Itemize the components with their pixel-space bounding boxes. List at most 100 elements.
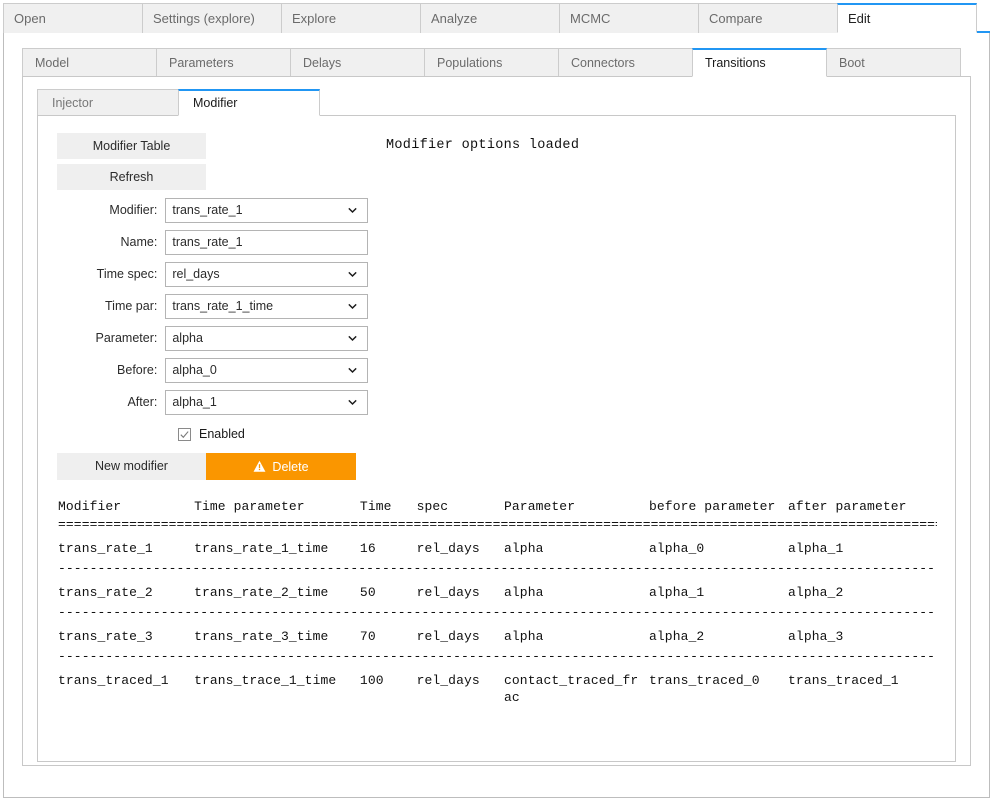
cell-parameter: alpha — [503, 585, 544, 600]
table-header-separator: ========================================… — [58, 517, 937, 532]
chevron-down-icon — [348, 367, 357, 374]
modifier-label: Modifier: — [109, 203, 158, 217]
top-tab-label: Analyze — [431, 11, 478, 26]
cell-time: 70 — [359, 629, 376, 644]
cell-before-parameter: alpha_0 — [648, 541, 705, 556]
sub-tab-connectors[interactable]: Connectors — [558, 48, 693, 77]
cell-time: 50 — [359, 585, 376, 600]
top-tab-label: Explore — [292, 11, 337, 26]
checkmark-icon — [180, 430, 189, 438]
top-tab-open[interactable]: Open — [3, 3, 143, 33]
cell-modifier: trans_rate_1 — [58, 541, 153, 556]
table-row-separator: ----------------------------------------… — [58, 561, 937, 576]
top-tab-mcmc[interactable]: MCMC — [559, 3, 699, 33]
table-row: trans_rate_3 trans_rate_3_time 70 rel_da… — [58, 621, 937, 649]
table-row: trans_rate_2 trans_rate_2_time 50 rel_da… — [58, 577, 937, 605]
table-row: trans_traced_1 trans_trace_1_time 100 re… — [58, 665, 937, 710]
name-input[interactable]: trans_rate_1 — [165, 229, 368, 255]
sub-tab-model[interactable]: Model — [22, 48, 157, 77]
sub-tab-label: Boot — [839, 56, 865, 70]
time-spec-select[interactable]: rel_days — [165, 261, 368, 287]
sub-tab-bar: Model Parameters Delays Populations Conn… — [22, 48, 971, 77]
top-tab-label: Edit — [848, 11, 871, 26]
subsub-tab-injector[interactable]: Injector — [37, 89, 179, 116]
sub-tab-label: Connectors — [571, 56, 635, 70]
field-row-name: Name: trans_rate_1 — [38, 229, 368, 255]
parameter-select[interactable]: alpha — [165, 325, 368, 351]
column-header-time: Time — [359, 499, 392, 514]
top-tab-label: Settings (explore) — [153, 11, 255, 26]
sub-tab-transitions[interactable]: Transitions — [692, 48, 827, 77]
cell-before-parameter: trans_traced_0 — [648, 673, 760, 688]
modifier-select[interactable]: trans_rate_1 — [165, 197, 368, 223]
cell-parameter: alpha — [503, 629, 544, 644]
chevron-down-icon — [348, 271, 357, 278]
chevron-down-icon — [348, 207, 357, 214]
time-spec-select-value: rel_days — [172, 267, 220, 281]
after-select[interactable]: alpha_1 — [165, 389, 368, 415]
sub-tab-label: Transitions — [705, 56, 766, 70]
status-message: Modifier options loaded — [386, 138, 580, 153]
cell-before-parameter: alpha_1 — [648, 585, 705, 600]
table-row-separator: ----------------------------------------… — [58, 605, 937, 620]
edit-tab-panel: Model Parameters Delays Populations Conn… — [3, 33, 990, 798]
sub-tab-label: Delays — [303, 56, 342, 70]
cell-after-parameter: alpha_3 — [788, 629, 844, 644]
top-tab-edit[interactable]: Edit — [837, 3, 977, 33]
refresh-button[interactable]: Refresh — [57, 164, 206, 190]
column-header-time-parameter: Time parameter — [194, 499, 305, 514]
cell-time-parameter: trans_rate_3_time — [194, 629, 329, 644]
cell-after-parameter: alpha_1 — [788, 541, 844, 556]
table-row-separator: ----------------------------------------… — [58, 649, 937, 664]
field-row-before: Before: alpha_0 — [38, 357, 368, 383]
cell-modifier: trans_rate_3 — [58, 629, 153, 644]
cell-parameter: contact_traced_frac — [503, 673, 639, 705]
name-label: Name: — [120, 235, 158, 249]
warning-triangle-icon — [253, 460, 266, 472]
top-tab-explore[interactable]: Explore — [281, 3, 421, 33]
name-input-value: trans_rate_1 — [172, 235, 243, 249]
modifier-tab-bar: Injector Modifier — [37, 89, 956, 116]
column-header-before-parameter: before parameter — [648, 499, 776, 514]
cell-modifier: trans_rate_2 — [58, 585, 153, 600]
modifier-form: Modifier: trans_rate_1 Name: trans_rate_… — [38, 197, 368, 454]
enabled-checkbox[interactable] — [178, 427, 191, 441]
modifier-table-button[interactable]: Modifier Table — [57, 133, 206, 159]
sub-tab-delays[interactable]: Delays — [290, 48, 425, 77]
time-par-select[interactable]: trans_rate_1_time — [165, 293, 368, 319]
cell-time-parameter: trans_rate_2_time — [194, 585, 329, 600]
before-select[interactable]: alpha_0 — [165, 357, 368, 383]
column-header-after-parameter: after parameter — [788, 499, 907, 514]
top-tab-compare[interactable]: Compare — [698, 3, 838, 33]
after-label: After: — [127, 395, 158, 409]
cell-spec: rel_days — [416, 585, 480, 600]
before-label: Before: — [117, 363, 158, 377]
parameter-select-value: alpha — [172, 331, 203, 345]
modifier-content-panel: Modifier options loaded Modifier Table R… — [37, 115, 956, 762]
cell-time: 16 — [359, 541, 376, 556]
sub-tab-populations[interactable]: Populations — [424, 48, 559, 77]
after-select-value: alpha_1 — [172, 395, 217, 409]
new-modifier-button[interactable]: New modifier — [57, 453, 206, 480]
cell-spec: rel_days — [416, 673, 480, 688]
top-tab-analyze[interactable]: Analyze — [420, 3, 560, 33]
delete-button[interactable]: Delete — [206, 453, 356, 480]
field-row-modifier: Modifier: trans_rate_1 — [38, 197, 368, 223]
sub-tab-parameters[interactable]: Parameters — [156, 48, 291, 77]
field-row-after: After: alpha_1 — [38, 389, 368, 415]
top-tab-settings-explore[interactable]: Settings (explore) — [142, 3, 282, 33]
parameter-label: Parameter: — [95, 331, 158, 345]
table-row: trans_rate_1 trans_rate_1_time 16 rel_da… — [58, 533, 937, 561]
cell-spec: rel_days — [416, 629, 480, 644]
field-row-enabled: Enabled — [38, 422, 368, 446]
column-header-parameter: Parameter — [503, 499, 576, 514]
sub-tab-boot[interactable]: Boot — [826, 48, 961, 77]
table-header-row: Modifier Time parameter Time spec Parame… — [58, 498, 937, 517]
top-tab-bar-filler — [976, 3, 990, 32]
subsub-tab-modifier[interactable]: Modifier — [178, 89, 320, 116]
cell-before-parameter: alpha_2 — [648, 629, 705, 644]
modifier-select-value: trans_rate_1 — [172, 203, 243, 217]
top-tab-label: MCMC — [570, 11, 611, 26]
top-tab-label: Compare — [709, 11, 763, 26]
table-actions: Modifier Table Refresh — [57, 133, 206, 195]
